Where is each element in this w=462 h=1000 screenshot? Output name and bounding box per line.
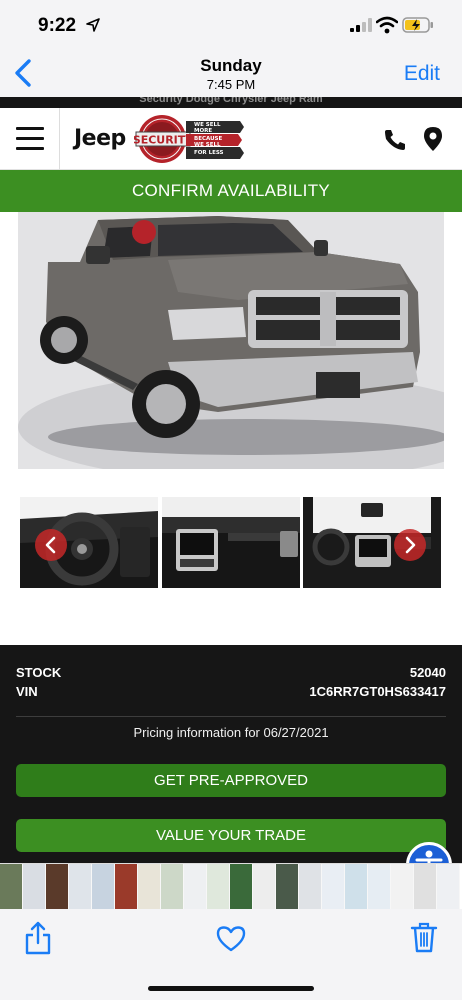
info-divider — [16, 716, 446, 717]
vehicle-main-photo[interactable] — [18, 212, 444, 469]
carousel-next-button[interactable] — [394, 529, 426, 561]
svg-text:SECURITY: SECURITY — [134, 134, 194, 147]
truck-image — [18, 212, 444, 469]
filmstrip-thumbnail[interactable] — [161, 864, 184, 909]
map-pin-icon[interactable] — [423, 126, 443, 152]
heart-icon[interactable] — [216, 925, 246, 952]
filmstrip-thumbnail[interactable] — [69, 864, 92, 909]
chevron-left-icon — [45, 536, 56, 554]
filmstrip-thumbnail[interactable] — [368, 864, 391, 909]
photo-toolbar — [0, 909, 462, 1000]
filmstrip-thumbnail[interactable] — [0, 864, 23, 909]
filmstrip-thumbnail[interactable] — [276, 864, 299, 909]
hamburger-icon[interactable] — [16, 127, 44, 151]
share-icon[interactable] — [24, 921, 52, 955]
filmstrip-thumbnail[interactable] — [230, 864, 253, 909]
nav-divider — [59, 108, 60, 170]
carousel-prev-button[interactable] — [35, 529, 67, 561]
vehicle-info-section: STOCK 52040 VIN 1C6RR7GT0HS633417 Pricin… — [0, 645, 462, 863]
svg-text:MORE: MORE — [194, 128, 212, 134]
value-your-trade-button[interactable]: VALUE YOUR TRADE — [16, 819, 446, 852]
site-top-banner: Security Dodge Chrysler Jeep Ram — [0, 97, 462, 108]
photo-viewer-header: Sunday 7:45 PM Edit — [0, 50, 462, 97]
filmstrip-thumbnail[interactable] — [322, 864, 345, 909]
filmstrip-thumbnail[interactable] — [437, 864, 460, 909]
vin-value: 1C6RR7GT0HS633417 — [309, 684, 446, 699]
jeep-logo[interactable]: Jeep — [74, 126, 126, 151]
filmstrip-thumbnail[interactable] — [138, 864, 161, 909]
battery-charging-icon — [402, 17, 433, 33]
interior-dashboard-image — [162, 497, 300, 588]
filmstrip-thumbnail[interactable] — [184, 864, 207, 909]
cellular-signal-icon — [350, 18, 372, 32]
dealer-logo[interactable]: SECURITY WE SELL MORE BECAUSE WE SELL FO… — [134, 113, 246, 165]
status-bar: 9:22 — [0, 0, 462, 50]
trash-icon[interactable] — [410, 921, 438, 953]
filmstrip-thumbnail[interactable] — [23, 864, 46, 909]
location-arrow-icon — [86, 18, 100, 32]
filmstrip-thumbnail[interactable] — [414, 864, 437, 909]
svg-text:FOR LESS: FOR LESS — [194, 150, 224, 156]
filmstrip-thumbnail[interactable] — [299, 864, 322, 909]
filmstrip-thumbnail[interactable] — [46, 864, 69, 909]
edit-button[interactable]: Edit — [404, 62, 440, 86]
site-navbar: Jeep SECURITY WE SELL MORE BECAUSE WE SE… — [0, 108, 462, 170]
phone-icon[interactable] — [383, 128, 407, 152]
filmstrip-thumbnail[interactable] — [253, 864, 276, 909]
status-time: 9:22 — [38, 15, 77, 36]
stock-value: 52040 — [409, 665, 446, 680]
confirm-availability-button[interactable]: CONFIRM AVAILABILITY — [0, 170, 462, 212]
filmstrip-thumbnail[interactable] — [207, 864, 230, 909]
filmstrip-thumbnail[interactable] — [345, 864, 368, 909]
home-indicator — [148, 986, 314, 991]
filmstrip-thumbnail[interactable] — [115, 864, 138, 909]
vin-label: VIN — [16, 684, 38, 699]
stock-label: STOCK — [16, 665, 62, 680]
photo-filmstrip[interactable] — [0, 863, 462, 909]
svg-text:WE SELL: WE SELL — [194, 142, 221, 148]
pricing-date-text: Pricing information for 06/27/2021 — [133, 725, 329, 740]
photo-time: 7:45 PM — [206, 77, 256, 92]
site-top-banner-text: Security Dodge Chrysler Jeep Ram — [139, 97, 323, 105]
photo-date: Sunday — [200, 56, 262, 75]
chevron-right-icon — [405, 536, 416, 554]
filmstrip-thumbnail[interactable] — [391, 864, 414, 909]
wifi-icon — [376, 16, 398, 34]
thumbnail-dashboard[interactable] — [162, 497, 300, 588]
get-pre-approved-button[interactable]: GET PRE-APPROVED — [16, 764, 446, 797]
filmstrip-thumbnail[interactable] — [92, 864, 115, 909]
